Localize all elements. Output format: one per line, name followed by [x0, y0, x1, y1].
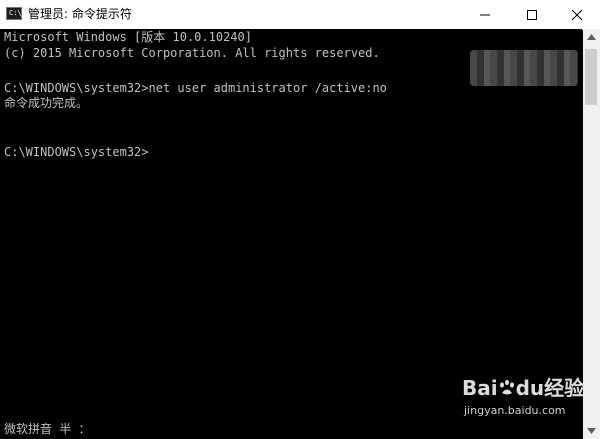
scroll-down-arrow-icon: [587, 428, 596, 434]
blurred-region: [470, 50, 578, 86]
console-icon-label: C:\_: [9, 9, 26, 17]
console-line-version: Microsoft Windows [版本 10.0.10240]: [4, 30, 252, 44]
baidu-jingyan-watermark: Bai du经验 jingyan.baidu.com: [462, 376, 584, 428]
minimize-icon: [480, 14, 490, 16]
vertical-scrollbar[interactable]: [583, 29, 600, 439]
watermark-logo-bai: Bai: [462, 376, 498, 400]
scroll-up-arrow-icon: [587, 34, 596, 40]
ime-status-line: 微软拼音 半 ：: [4, 422, 91, 436]
maximize-button[interactable]: [509, 0, 555, 29]
console-line-result: 命令成功完成。: [4, 96, 89, 110]
command-prompt-window: C:\_ 管理员: 命令提示符 Microsoft Windows [版本 10…: [0, 0, 600, 439]
console-line-copyright: (c) 2015 Microsoft Corporation. All righ…: [4, 46, 380, 60]
close-button[interactable]: [554, 0, 600, 29]
close-icon: [571, 9, 583, 21]
scroll-up-button[interactable]: [583, 29, 600, 46]
watermark-logo-jingyan: 经验: [544, 376, 585, 400]
console-line-command: C:\WINDOWS\system32>net user administrat…: [4, 81, 387, 95]
title-bar[interactable]: C:\_ 管理员: 命令提示符: [0, 0, 600, 30]
minimize-button[interactable]: [462, 0, 508, 29]
scroll-down-button[interactable]: [583, 422, 600, 439]
console-icon[interactable]: C:\_: [6, 7, 26, 20]
watermark-url: jingyan.baidu.com: [464, 404, 566, 417]
console-line-prompt[interactable]: C:\WINDOWS\system32>: [4, 144, 149, 160]
window-title: 管理员: 命令提示符: [28, 7, 132, 21]
scroll-thumb[interactable]: [585, 49, 597, 105]
paw-icon: [499, 379, 514, 395]
watermark-logo: Bai du经验: [462, 376, 584, 400]
watermark-logo-du: du: [515, 376, 545, 400]
maximize-icon: [527, 10, 537, 20]
